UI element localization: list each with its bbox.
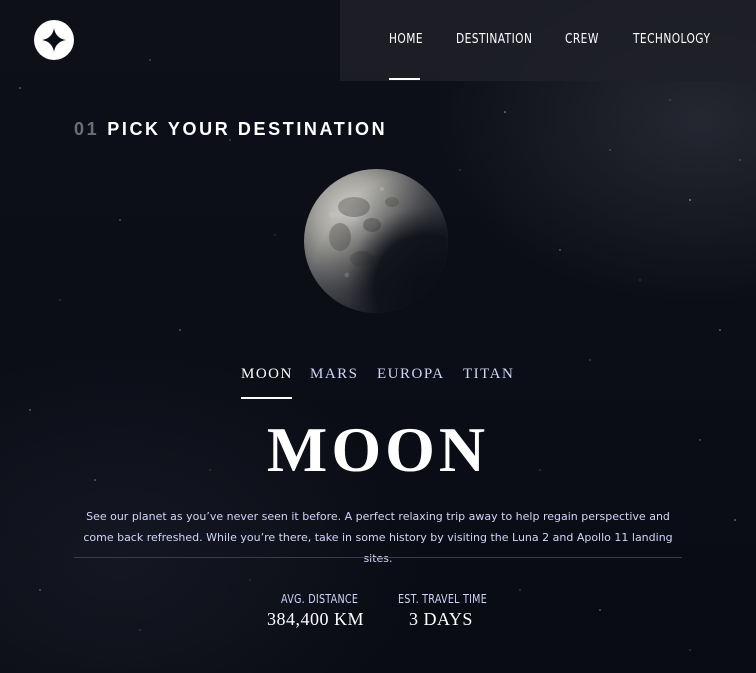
divider bbox=[74, 557, 682, 558]
heading-text: PICK YOUR DESTINATION bbox=[107, 119, 388, 139]
moon-image bbox=[304, 169, 448, 313]
logo[interactable] bbox=[34, 20, 74, 60]
starfield bbox=[19, 59, 741, 651]
tab-europa[interactable]: EUROPA bbox=[377, 366, 445, 383]
tab-active-indicator bbox=[241, 397, 292, 399]
destination-description: See our planet as you’ve never seen it b… bbox=[83, 510, 673, 565]
travel-time-label: EST. TRAVEL TIME bbox=[398, 592, 488, 606]
travel-time-value: 3 DAYS bbox=[409, 609, 473, 629]
main-nav: HOME DESTINATION CREW TECHNOLOGY bbox=[340, 0, 756, 81]
tab-mars[interactable]: MARS bbox=[310, 366, 359, 383]
nav-active-indicator bbox=[389, 78, 420, 80]
heading-number: 01 bbox=[74, 119, 100, 139]
tab-moon[interactable]: MOON bbox=[241, 366, 293, 383]
nav-item-home[interactable]: HOME bbox=[389, 32, 423, 47]
distance-label: AVG. DISTANCE bbox=[281, 592, 359, 606]
tab-titan[interactable]: TITAN bbox=[463, 366, 514, 383]
nav-item-crew[interactable]: CREW bbox=[565, 32, 599, 47]
page-heading: 01 PICK YOUR DESTINATION bbox=[74, 119, 387, 140]
nav-item-technology[interactable]: TECHNOLOGY bbox=[633, 32, 710, 47]
distance-value: 384,400 KM bbox=[267, 609, 365, 629]
four-point-star-icon bbox=[42, 28, 66, 52]
destination-title: MOON bbox=[266, 414, 490, 485]
nav-item-destination[interactable]: DESTINATION bbox=[456, 32, 532, 47]
